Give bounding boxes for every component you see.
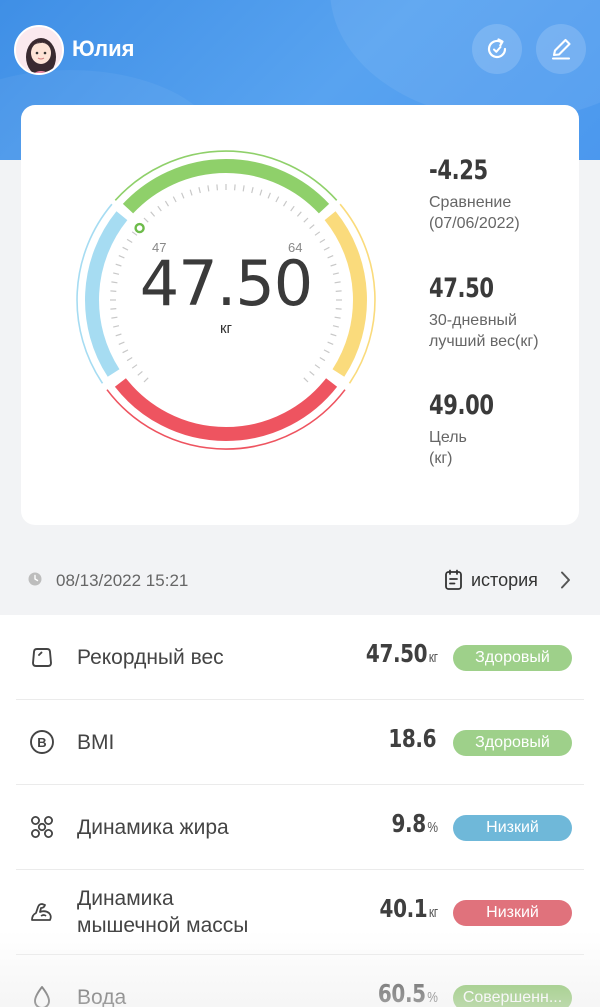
metric-row-muscle[interactable]: Динамика мышечной массы 40.1 кг Низкий <box>16 870 584 955</box>
status-badge: Низкий <box>453 900 572 926</box>
stat-comparison-label: Сравнение (07/06/2022) <box>429 194 520 232</box>
weight-value: 47.50 <box>140 247 313 320</box>
metric-name: Динамика мышечной массы <box>77 887 249 937</box>
metric-row-weight[interactable]: Рекордный вес 47.50 кг Здоровый <box>16 615 584 700</box>
measurement-timestamp: 08/13/2022 15:21 <box>56 571 189 590</box>
gauge-segment-obese <box>114 378 338 442</box>
gauge-segment-underweight <box>85 211 128 377</box>
status-badge: Низкий <box>453 815 572 841</box>
muscle-icon <box>31 903 52 921</box>
metric-value: 47.50 кг <box>366 639 438 668</box>
status-badge: Здоровый <box>453 645 572 671</box>
stat-goal-value: 49.00 <box>429 390 494 421</box>
metric-value: 40.1 кг <box>379 894 439 923</box>
edit-icon <box>551 38 571 60</box>
svg-text:B: B <box>37 735 46 750</box>
metric-value: 60.5% <box>378 979 438 1007</box>
metric-name: Рекордный вес <box>77 646 224 669</box>
metric-value: 9.8% <box>391 809 439 838</box>
fat-icon <box>31 816 53 838</box>
gauge-segment-overweight <box>324 211 367 377</box>
avatar[interactable] <box>14 25 64 75</box>
refresh-icon <box>487 38 507 59</box>
stat-best-weight-label: 30-дневный лучший вес(кг) <box>429 312 539 350</box>
stat-best-weight-value: 47.50 <box>429 273 494 304</box>
metric-name: Вода <box>77 986 127 1007</box>
edit-button[interactable] <box>536 24 586 74</box>
stat-goal[interactable]: 49.00 Цель (кг) <box>429 390 512 469</box>
metrics-list: Рекордный вес 47.50 кг Здоровый B BMI 18.… <box>0 615 600 1007</box>
stat-best-weight: 47.50 30-дневный лучший вес(кг) <box>429 273 539 352</box>
metric-row-fat[interactable]: Динамика жира 9.8% Низкий <box>16 785 584 870</box>
refresh-button[interactable] <box>472 24 522 74</box>
metric-name: Динамика жира <box>77 816 229 839</box>
metric-row-water[interactable]: Вода 60.5% Совершенн... <box>16 955 584 1007</box>
bmi-icon: B <box>30 730 54 754</box>
metric-row-bmi[interactable]: B BMI 18.6 Здоровый <box>16 700 584 785</box>
weight-card: 47 64 47.50 кг -4.25 Сравнение (07/06/20… <box>21 105 579 525</box>
stat-goal-label: Цель (кг) <box>429 429 467 467</box>
water-icon <box>34 986 50 1007</box>
scale-icon <box>32 648 52 667</box>
chevron-right-icon[interactable] <box>559 570 573 590</box>
metric-value: 18.6 <box>388 724 437 753</box>
stat-comparison: -4.25 Сравнение (07/06/2022) <box>429 155 520 234</box>
measurement-bar: 08/13/2022 15:21 история <box>0 555 600 605</box>
gauge-pointer <box>134 222 145 234</box>
status-badge: Совершенн... <box>453 985 572 1007</box>
weight-gauge: 47 64 47.50 кг <box>76 150 376 450</box>
history-link[interactable]: история <box>471 570 538 591</box>
metric-name: BMI <box>77 731 115 754</box>
stat-comparison-value: -4.25 <box>429 155 488 186</box>
user-name[interactable]: Юлия <box>72 36 134 62</box>
status-badge: Здоровый <box>453 730 572 756</box>
clock-icon <box>28 572 42 586</box>
history-icon[interactable] <box>444 569 464 591</box>
weight-unit: кг <box>220 320 233 337</box>
